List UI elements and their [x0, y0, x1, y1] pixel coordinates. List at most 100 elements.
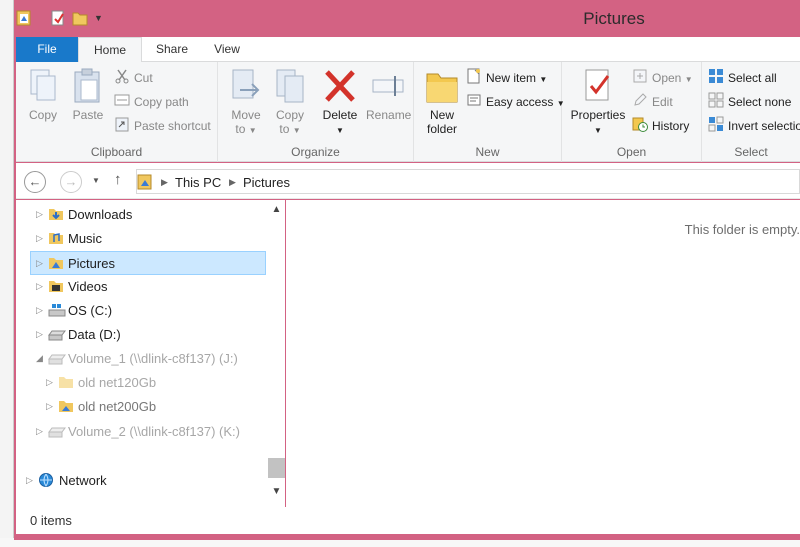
up-arrow-icon[interactable]: ↑: [114, 171, 122, 188]
recent-locations-dropdown-icon[interactable]: ▼: [92, 176, 100, 185]
expand-arrow-icon[interactable]: ▷: [36, 209, 43, 220]
new-group: New folder New item ▼ Easy access ▼ New: [414, 62, 565, 162]
paste-shortcut-button[interactable]: Paste shortcut: [114, 116, 211, 136]
nav-item-old-net120gb[interactable]: ▷ old net120Gb: [16, 371, 268, 395]
organize-group: Move to ▼ Copy to ▼ Delete ▼ Rename Organ…: [218, 62, 414, 162]
ribbon-tabs: File Home Share View: [16, 37, 800, 63]
edit-pencil-icon: [632, 92, 648, 114]
back-button[interactable]: ←: [24, 171, 46, 193]
easy-access-icon: [466, 92, 482, 114]
tab-view[interactable]: View: [202, 37, 252, 62]
tab-share[interactable]: Share: [142, 37, 202, 62]
new-folder-button[interactable]: New folder: [418, 68, 466, 136]
background-window-edge: [0, 0, 14, 547]
select-all-button[interactable]: Select all: [708, 68, 777, 88]
expand-arrow-icon[interactable]: ▷: [26, 475, 33, 486]
status-bar: 0 items: [16, 507, 800, 534]
expand-arrow-icon[interactable]: ▷: [46, 377, 53, 388]
paste-shortcut-icon: [114, 116, 130, 138]
expand-arrow-icon[interactable]: ▷: [46, 401, 53, 412]
address-path-box[interactable]: ▶ This PC ▶ Pictures: [136, 169, 800, 194]
nav-item-os-c[interactable]: ▷ OS (C:): [16, 299, 268, 323]
title-bar[interactable]: ▼ Pictures: [14, 0, 800, 38]
paste-button[interactable]: Paste: [68, 68, 108, 122]
window-title: Pictures: [583, 9, 645, 28]
new-folder-label: New folder: [426, 108, 458, 136]
expand-arrow-icon[interactable]: ▷: [36, 305, 43, 316]
new-item-icon: [466, 68, 482, 90]
videos-folder-icon: [48, 278, 64, 297]
nav-item-data-d[interactable]: ▷ Data (D:): [16, 323, 268, 347]
copy-button[interactable]: Copy: [24, 68, 62, 122]
forward-button[interactable]: →: [60, 171, 82, 193]
nav-item-pictures[interactable]: ▷ Pictures: [30, 251, 266, 275]
select-group-label: Select: [734, 145, 768, 159]
easy-access-button[interactable]: Easy access ▼: [466, 92, 565, 112]
invert-selection-button[interactable]: Invert selection: [708, 116, 800, 136]
nav-item-old-net200gb[interactable]: ▷ old net200Gb: [16, 395, 268, 419]
copy-label: Copy: [28, 108, 57, 122]
expand-arrow-icon[interactable]: ▷: [36, 233, 43, 244]
nav-item-downloads[interactable]: ▷ Downloads: [16, 203, 268, 227]
customize-qat-dropdown-icon[interactable]: ▼: [94, 13, 110, 31]
paste-label: Paste: [72, 108, 104, 122]
nav-item-network[interactable]: ▷ Network: [16, 469, 268, 493]
move-to-icon: [232, 69, 260, 99]
nav-item-videos[interactable]: ▷ Videos: [16, 275, 268, 299]
tab-home[interactable]: Home: [78, 37, 142, 63]
history-button[interactable]: History: [632, 116, 689, 136]
cut-button[interactable]: Cut: [114, 68, 153, 88]
nav-item-music[interactable]: ▷ Music: [16, 227, 268, 251]
scroll-down-arrow-icon[interactable]: ▼: [268, 486, 285, 503]
open-label: Open: [652, 71, 682, 86]
select-none-button[interactable]: Select none: [708, 92, 791, 112]
select-none-icon: [708, 92, 724, 114]
edit-button[interactable]: Edit: [632, 92, 673, 112]
new-folder-quick-icon[interactable]: [72, 9, 88, 27]
expand-arrow-icon[interactable]: ▷: [36, 281, 43, 292]
scroll-up-arrow-icon[interactable]: ▲: [268, 204, 285, 221]
clipboard-group-label: Clipboard: [90, 145, 143, 159]
select-none-label: Select none: [728, 95, 792, 110]
copy-to-button[interactable]: Copy to ▼: [270, 68, 310, 136]
invert-selection-icon: [708, 116, 724, 138]
history-icon: [632, 116, 648, 138]
properties-icon: [585, 69, 610, 101]
windows-drive-icon: [48, 302, 66, 321]
file-list-pane[interactable]: This folder is empty.: [286, 200, 800, 507]
new-item-button[interactable]: New item ▼: [466, 68, 547, 88]
properties-label: Properties: [570, 108, 626, 122]
properties-button[interactable]: Properties ▼: [568, 68, 628, 136]
delete-x-icon: [325, 70, 355, 102]
open-button[interactable]: Open ▼: [632, 68, 693, 88]
expand-arrow-icon[interactable]: ▷: [36, 329, 43, 340]
rename-icon: [372, 76, 404, 96]
collapse-arrow-icon[interactable]: ◢: [36, 353, 43, 364]
network-globe-icon: [38, 472, 56, 491]
tab-file[interactable]: File: [16, 37, 78, 62]
move-to-button[interactable]: Move to ▼: [226, 68, 266, 136]
nav-item-volume-2[interactable]: ▷ Volume_2 (\\dlink-c8f137) (K:): [16, 420, 268, 444]
delete-button[interactable]: Delete ▼: [318, 68, 362, 136]
invert-selection-label: Invert selection: [728, 119, 800, 134]
drive-icon: [48, 326, 66, 345]
window-icon[interactable]: [16, 9, 32, 27]
pictures-folder-icon: [58, 398, 74, 417]
expand-arrow-icon[interactable]: ▷: [36, 258, 43, 269]
nav-item-volume-1[interactable]: ◢ Volume_1 (\\dlink-c8f137) (J:): [16, 347, 268, 371]
properties-quick-icon[interactable]: [50, 9, 66, 27]
breadcrumb-this-pc[interactable]: This PC: [175, 175, 221, 190]
network-drive-icon: [48, 423, 66, 442]
forward-arrow-icon: →: [64, 174, 78, 189]
rename-button[interactable]: Rename: [366, 68, 411, 122]
navigation-scrollbar[interactable]: ▲ ▼: [268, 200, 285, 507]
copy-path-button[interactable]: Copy path: [114, 92, 189, 112]
breadcrumb-pictures[interactable]: Pictures: [243, 175, 290, 190]
item-count: 0 items: [30, 513, 72, 528]
downloads-folder-icon: [48, 206, 64, 225]
paste-icon: [74, 68, 100, 103]
copy-path-icon: [114, 92, 130, 114]
scroll-thumb[interactable]: [268, 458, 285, 478]
edit-label: Edit: [652, 95, 673, 110]
expand-arrow-icon[interactable]: ▷: [36, 426, 43, 437]
